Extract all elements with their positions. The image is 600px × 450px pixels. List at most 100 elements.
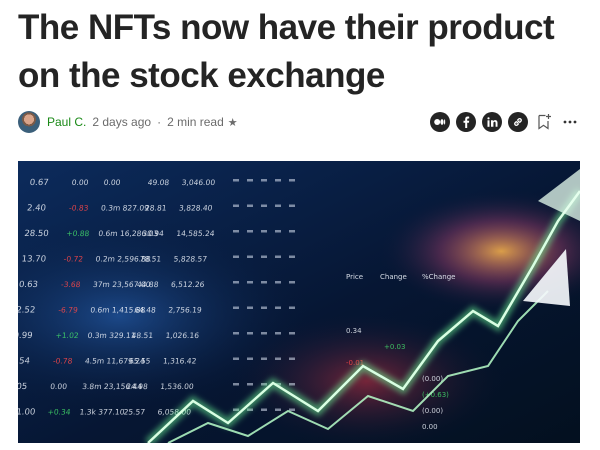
share-toolbar — [430, 111, 580, 133]
ticker-cell — [247, 281, 253, 284]
facebook-icon[interactable] — [456, 112, 476, 132]
member-star-icon: ★ — [227, 116, 238, 129]
ticker-value: 0.67 — [29, 178, 49, 188]
ticker-value: 1,316.42 — [163, 357, 198, 366]
ticker-cell — [289, 357, 295, 360]
ticker-value: 2,756.19 — [168, 306, 203, 315]
ticker-cell — [275, 255, 281, 258]
ticker-cell — [247, 255, 253, 258]
medium-icon[interactable] — [430, 112, 450, 132]
ticker-cell — [261, 408, 267, 411]
ticker-value: 0.3m 827.09 — [101, 204, 150, 213]
quote-value: (0.00) — [422, 375, 443, 383]
ticker-cell — [275, 230, 281, 233]
ticker-cell — [289, 179, 295, 182]
ticker-value: 0.00 — [50, 382, 68, 391]
quote-header: Price — [346, 273, 363, 281]
ticker-value: 0.99 — [18, 331, 33, 341]
ticker-cell — [275, 179, 281, 182]
ticker-value: 0.3m 329.11 — [87, 331, 136, 340]
bookmark-add-icon[interactable] — [534, 112, 554, 132]
ticker-cell — [247, 306, 253, 309]
ticker-value: -3.68 — [61, 280, 82, 289]
ticker-value: 0.00 — [103, 178, 121, 187]
ticker-value: -6.79 — [58, 306, 79, 315]
ticker-value: 6,512.26 — [171, 280, 206, 289]
ticker-value: 78.51 — [139, 255, 162, 264]
ticker-cell — [247, 332, 253, 335]
byline: Paul C. 2 days ago · 2 min read ★ — [18, 109, 238, 135]
quote-header: %Change — [422, 273, 455, 281]
ticker-cell — [247, 383, 253, 386]
ticker-cell — [289, 255, 295, 258]
ticker-value: -0.72 — [63, 255, 84, 264]
ticker-cell — [275, 204, 281, 207]
ticker-cell — [247, 357, 253, 360]
ticker-cell — [261, 230, 267, 233]
author-avatar[interactable] — [18, 111, 40, 133]
ticker-value: 30.94 — [142, 229, 165, 238]
ticker-cell — [275, 357, 281, 360]
ticker-value: 3,046.00 — [181, 178, 216, 187]
link-icon[interactable] — [508, 112, 528, 132]
hero-image: 0.67 2.40 28.50 13.70 0.63 2.52 0.99 2.54 6.05 29… — [18, 161, 580, 443]
ticker-cell — [261, 332, 267, 335]
quote-value: 0.34 — [346, 327, 362, 335]
ticker-cell — [289, 383, 295, 386]
ticker-value: 13.70 — [21, 255, 46, 265]
article-title: The NFTs now have their product on the s… — [18, 8, 555, 95]
byline-separator: · — [157, 115, 162, 129]
ticker-value: 0.63 — [18, 280, 38, 290]
ticker-value: +0.88 — [66, 229, 90, 238]
ticker-value: 44.88 — [137, 280, 160, 289]
ticker-value: 0.00 — [71, 178, 89, 187]
ticker-value: -0.78 — [53, 357, 74, 366]
ticker-value: 14,585.24 — [176, 229, 215, 238]
ticker-cell — [233, 281, 239, 284]
ticker-value: 65.55 — [129, 357, 152, 366]
ticker-cell — [247, 204, 253, 207]
ticker-value: 5,828.57 — [173, 255, 208, 264]
ticker-value: 1,026.16 — [165, 331, 200, 340]
quote-header: Change — [380, 273, 407, 281]
ticker-cell — [261, 357, 267, 360]
ticker-value: +1.02 — [55, 331, 79, 340]
stock-ticker-illustration: 0.67 2.40 28.50 13.70 0.63 2.52 0.99 2.54 6.05 29… — [18, 161, 580, 443]
ticker-cell — [289, 306, 295, 309]
quote-value: +0.03 — [384, 343, 405, 351]
linkedin-icon[interactable] — [482, 112, 502, 132]
ticker-cell — [261, 204, 267, 207]
ticker-cell — [289, 408, 295, 411]
ticker-value: 1,536.00 — [160, 382, 195, 391]
ticker-value: 48.51 — [131, 331, 154, 340]
ticker-value: 291.00 — [18, 408, 36, 418]
ticker-cell — [275, 306, 281, 309]
ticker-cell — [233, 357, 239, 360]
ticker-cell — [247, 230, 253, 233]
ticker-cell — [233, 179, 239, 182]
ticker-value: +0.34 — [47, 408, 71, 417]
ticker-cell — [233, 332, 239, 335]
ticker-value: 2.40 — [26, 204, 46, 214]
ticker-cell — [261, 255, 267, 258]
ticker-cell — [233, 255, 239, 258]
ticker-value: 25.57 — [123, 408, 146, 417]
ticker-value: 28.81 — [145, 204, 168, 213]
ticker-value: 3,828.40 — [179, 204, 214, 213]
ticker-cell — [261, 306, 267, 309]
more-icon[interactable] — [560, 112, 580, 132]
ticker-cell — [275, 332, 281, 335]
quote-value: 0.00 — [422, 423, 438, 431]
ticker-cell — [261, 179, 267, 182]
ticker-cell — [289, 230, 295, 233]
ticker-value: 1.3k 377.10 — [79, 408, 125, 417]
ticker-value: -0.83 — [69, 204, 90, 213]
ticker-value: 2.54 — [18, 357, 30, 367]
ticker-cell — [233, 383, 239, 386]
ticker-cell — [233, 204, 239, 207]
article-page: The NFTs now have their product on the s… — [0, 0, 600, 450]
author-name[interactable]: Paul C. — [47, 115, 86, 129]
ticker-value: 2.52 — [18, 306, 36, 316]
ticker-cell — [275, 408, 281, 411]
ticker-cell — [247, 179, 253, 182]
